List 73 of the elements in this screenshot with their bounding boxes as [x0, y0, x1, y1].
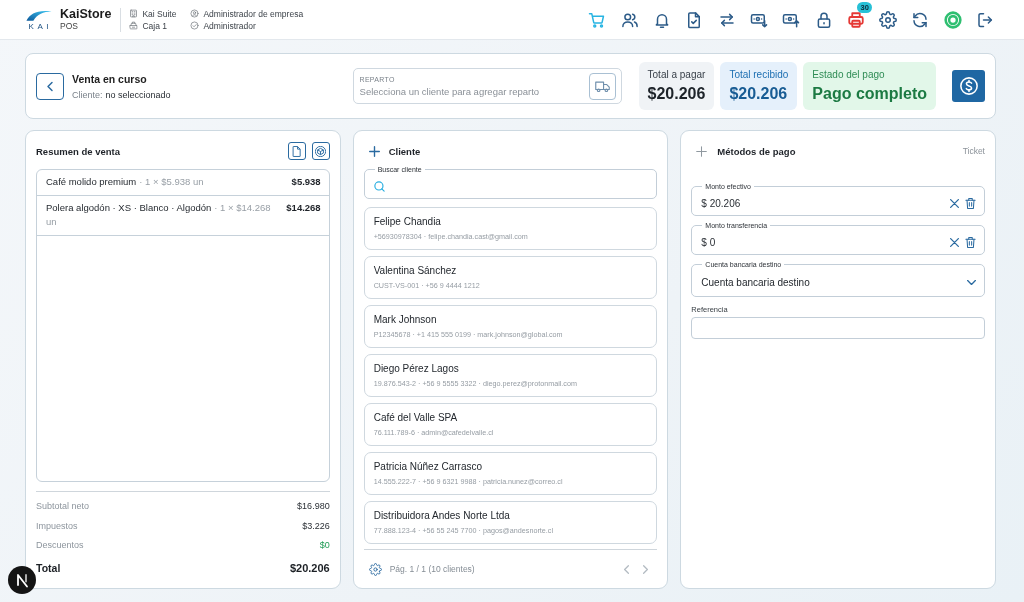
app-name: KaiStore [60, 7, 112, 21]
payment-button[interactable] [952, 70, 985, 102]
item-description: Café molido premium · 1 × $5.938 un [46, 175, 205, 189]
search-icon [373, 180, 385, 192]
cube-icon [315, 145, 327, 157]
summary-label: Descuentos [36, 540, 84, 551]
wave-logo-icon [25, 8, 52, 21]
client-label: Cliente: [72, 89, 103, 100]
chevron-left-icon [46, 80, 54, 92]
cash-register-icon [129, 21, 139, 30]
delivery-button[interactable] [588, 72, 616, 100]
logout-icon[interactable] [976, 10, 994, 29]
building-icon [129, 9, 139, 18]
users-icon[interactable] [620, 10, 639, 29]
panel-title: Resumen de venta [36, 145, 120, 157]
close-icon[interactable] [950, 198, 959, 208]
close-icon[interactable] [950, 237, 959, 247]
item-price: $14.268 [286, 201, 321, 215]
sale-title: Venta en curso [72, 72, 148, 85]
amount-label: Total recibido [729, 69, 789, 80]
summary-label: Subtotal neto [36, 501, 90, 512]
summary-value: $3.226 [302, 520, 330, 531]
trash-icon[interactable] [965, 197, 976, 209]
status-value: Pago completo [812, 85, 927, 103]
dollar-circle-icon [959, 77, 978, 95]
settings-icon[interactable] [368, 562, 382, 576]
client-name: Valentina Sánchez [373, 264, 457, 278]
register-name: Caja 1 [142, 20, 167, 31]
client-name: Diego Pérez Lagos [373, 362, 459, 376]
pagination-text: Pág. 1 / 1 (10 clientes) [389, 564, 475, 574]
client-name: Distribuidora Andes Norte Ltda [373, 509, 510, 523]
user-role: Administrador de empresa [203, 8, 304, 19]
delivery-placeholder: Selecciona un cliente para agregar reparto [359, 85, 540, 98]
client-name: Felipe Chandia [373, 215, 441, 229]
check-circle-icon [190, 21, 200, 30]
summary-value: $16.980 [297, 501, 330, 512]
store-name: Kai Suite [142, 8, 177, 19]
reference-input[interactable] [691, 317, 985, 339]
app-subtitle: POS [60, 21, 79, 32]
item-description: Polera algodón · XS · Blanco · Algodón · 1 × $14.268 un [46, 201, 272, 229]
amount-label: Total a pagar [647, 69, 706, 80]
n-logo-icon[interactable] [8, 566, 36, 594]
document-button[interactable] [287, 142, 306, 160]
client-name: Mark Johnson [373, 313, 437, 327]
refresh-icon[interactable] [911, 10, 930, 29]
client-value: no seleccionado [105, 89, 171, 100]
truck-icon [594, 80, 610, 92]
client-name: Café del Valle SPA [373, 411, 458, 425]
amount-value: $20.206 [729, 85, 789, 103]
amount-value: $20.206 [647, 85, 706, 103]
client-name: Patricia Núñez Carrasco [373, 460, 483, 474]
item-price: $5.938 [291, 175, 321, 189]
panel-title: Cliente [388, 145, 421, 157]
document-icon [291, 145, 303, 157]
summary-label: Total [36, 561, 61, 574]
panel-title: Métodos de pago [717, 145, 796, 157]
summary-value: $0 [319, 540, 330, 551]
chevron-down-icon [967, 278, 976, 287]
amount-value: $ 20.206 [701, 197, 741, 209]
summary-label: Impuestos [36, 520, 78, 531]
plus-icon[interactable] [696, 145, 708, 157]
summary-value: $20.206 [289, 561, 330, 574]
logo-text: KAI [28, 21, 52, 31]
package-button[interactable] [311, 142, 330, 160]
trash-icon[interactable] [965, 236, 976, 248]
printer-icon[interactable] [846, 10, 865, 29]
user-circle-icon [190, 9, 200, 18]
amount-value: $ 0 [701, 236, 716, 248]
status-label: Estado del pago [812, 69, 886, 80]
back-button[interactable] [36, 72, 64, 100]
settings-icon[interactable] [879, 10, 898, 29]
user-name: Administrador [203, 20, 256, 31]
plus-icon[interactable] [368, 145, 380, 157]
